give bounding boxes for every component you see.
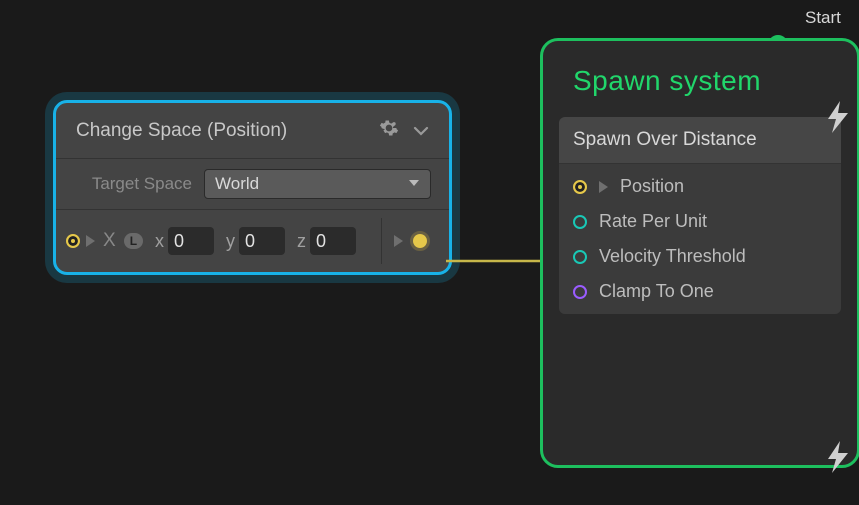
target-space-select[interactable]: World: [204, 169, 431, 199]
gear-icon[interactable]: [379, 118, 399, 144]
play-icon: [86, 235, 95, 247]
z-input[interactable]: [310, 227, 356, 255]
output-port[interactable]: [413, 234, 427, 248]
start-label: Start: [805, 8, 841, 28]
input-port[interactable]: [573, 215, 587, 229]
spawn-body: Position Rate Per Unit Velocity Threshold C…: [559, 164, 841, 314]
spawn-system-panel[interactable]: Spawn system Spawn Over Distance Positio…: [540, 38, 859, 468]
target-space-value: World: [215, 174, 259, 194]
lightning-icon: [825, 441, 851, 473]
spawn-row[interactable]: Rate Per Unit: [573, 211, 827, 232]
input-port[interactable]: [573, 250, 587, 264]
spawn-row-label: Rate Per Unit: [599, 211, 707, 232]
vector-label: X: [103, 230, 116, 252]
local-badge: L: [124, 233, 143, 249]
chevron-down-icon[interactable]: [413, 123, 429, 139]
spawn-row-label: Clamp To One: [599, 281, 714, 302]
target-space-label: Target Space: [74, 174, 204, 194]
target-space-row: Target Space World: [56, 159, 449, 210]
spawn-row[interactable]: Clamp To One: [573, 281, 827, 302]
x-label: x: [155, 231, 164, 252]
spawn-row-label: Position: [620, 176, 684, 197]
lightning-icon: [825, 101, 851, 133]
x-input[interactable]: [168, 227, 214, 255]
node-change-space[interactable]: Change Space (Position) Target Space Wor…: [53, 100, 452, 275]
output-section: [381, 218, 439, 264]
z-label: z: [297, 231, 306, 252]
play-icon: [599, 181, 608, 193]
play-icon: [394, 235, 403, 247]
node-header[interactable]: Change Space (Position): [56, 103, 449, 159]
spawn-subheader[interactable]: Spawn Over Distance: [559, 117, 841, 164]
y-label: y: [226, 231, 235, 252]
spawn-row-label: Velocity Threshold: [599, 246, 746, 267]
input-port[interactable]: [66, 234, 80, 248]
spawn-title: Spawn system: [543, 41, 857, 107]
dropdown-caret-icon: [408, 174, 420, 194]
input-port[interactable]: [573, 180, 587, 194]
spawn-row[interactable]: Position: [573, 176, 827, 197]
spawn-row[interactable]: Velocity Threshold: [573, 246, 827, 267]
node-title: Change Space (Position): [76, 120, 379, 142]
y-input[interactable]: [239, 227, 285, 255]
vector-input-row: X L x y z: [56, 210, 449, 272]
input-port[interactable]: [573, 285, 587, 299]
